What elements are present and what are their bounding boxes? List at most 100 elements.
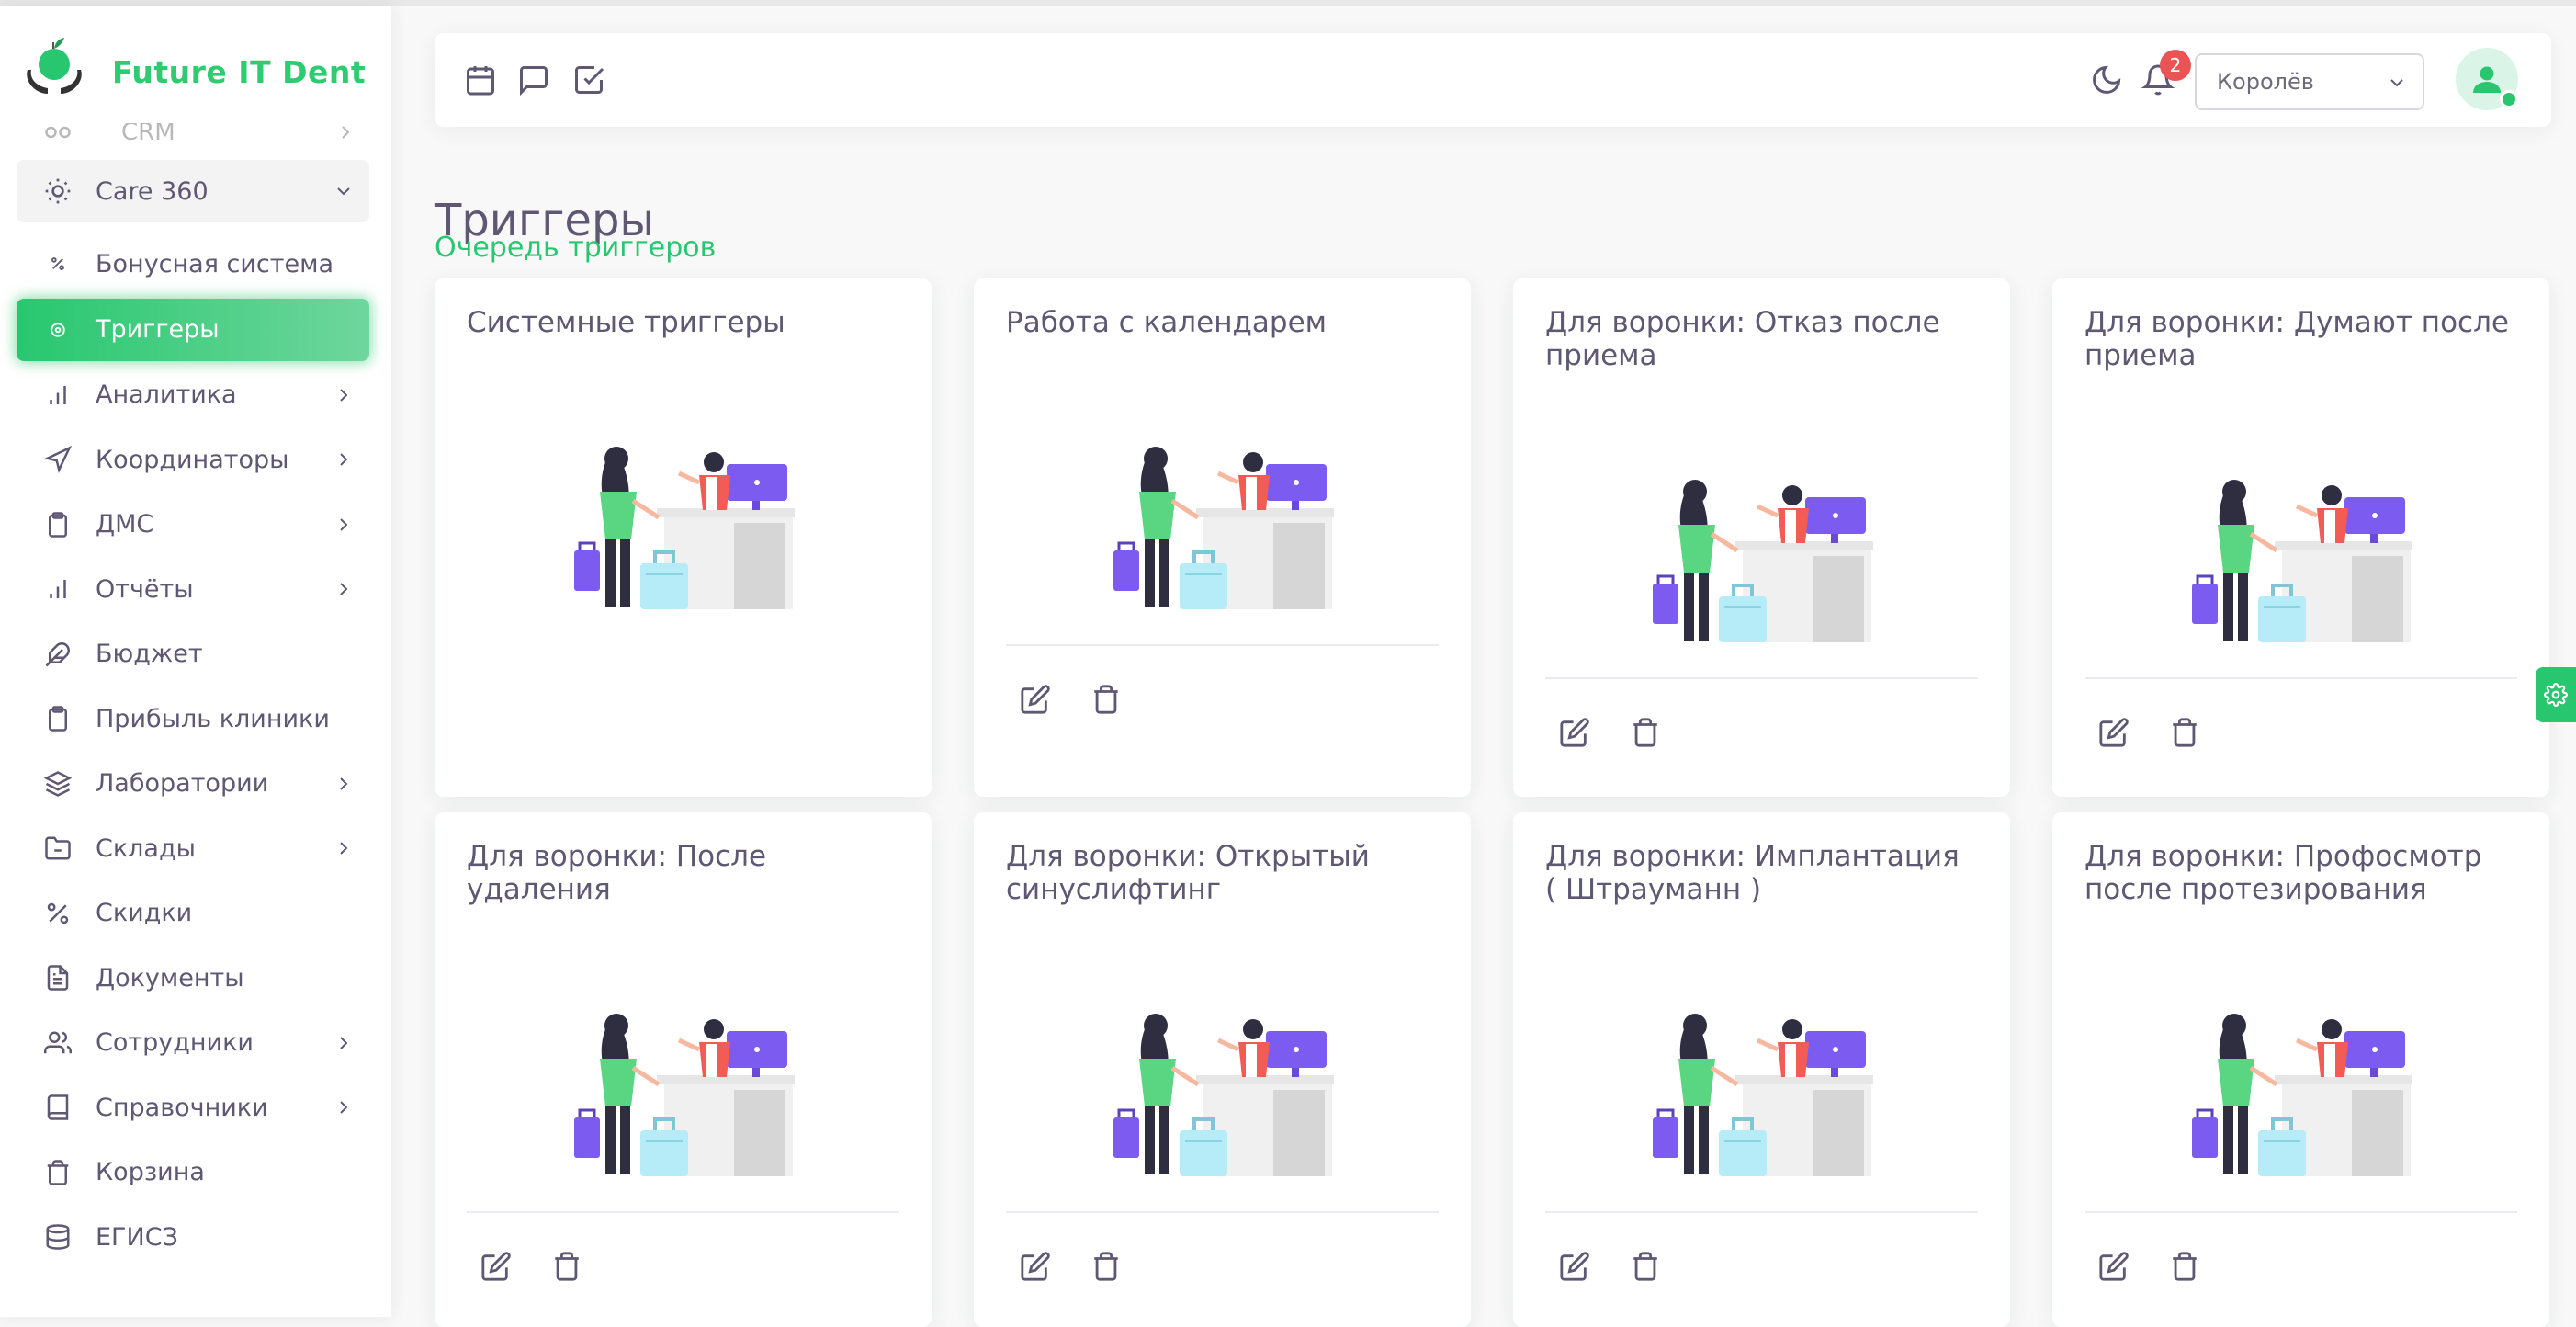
- chevron-right-icon: [340, 777, 348, 790]
- sidebar: Future IT Dent CRM Care 360 Бонусная сис…: [0, 6, 391, 1317]
- chevron-right-icon: [340, 1037, 348, 1049]
- sidebar-item-label: Справочники: [96, 1093, 268, 1122]
- sidebar-item-label: Бюджет: [96, 640, 203, 669]
- book-icon: [42, 1092, 73, 1123]
- moon-icon[interactable]: [2090, 63, 2123, 96]
- chevron-right-icon: [340, 1101, 348, 1114]
- trash-icon[interactable]: [2169, 1251, 2200, 1282]
- sidebar-item-egisz[interactable]: ЕГИСЗ: [17, 1205, 369, 1270]
- trash-icon[interactable]: [1630, 1251, 1661, 1282]
- sidebar-item-crm[interactable]: CRM: [44, 119, 356, 151]
- card-divider: [1545, 1211, 1978, 1213]
- trash-icon[interactable]: [1630, 717, 1661, 748]
- percent-small-icon: [42, 248, 73, 279]
- clipboard-icon: [42, 703, 73, 734]
- reception-illustration: [2181, 1002, 2420, 1176]
- user-icon: [2473, 66, 2501, 93]
- brand[interactable]: Future IT Dent: [20, 29, 366, 99]
- card-title: Для воронки: Отказ после приема: [1545, 306, 1940, 372]
- branch-select-value: Королёв: [2217, 69, 2314, 95]
- edit-icon[interactable]: [480, 1251, 512, 1282]
- card-divider: [1006, 644, 1439, 646]
- trigger-card[interactable]: Для воронки: Профосмотр после протезиров…: [2052, 812, 2549, 1327]
- page-subtitle[interactable]: Очередь триггеров: [435, 232, 716, 264]
- edit-icon[interactable]: [2098, 1251, 2130, 1282]
- reception-illustration: [1642, 1002, 1881, 1176]
- sidebar-item-warehouses[interactable]: Склады: [17, 816, 369, 881]
- navigation-icon: [42, 444, 73, 475]
- trigger-card[interactable]: Работа с календарем: [974, 278, 1471, 797]
- sidebar-item-label: Координаторы: [96, 445, 289, 474]
- sidebar-item-laboratories[interactable]: Лаборатории: [17, 752, 369, 817]
- sidebar-item-label: CRM: [121, 119, 175, 146]
- reception-illustration: [563, 1002, 802, 1176]
- sidebar-item-bonus[interactable]: Бонусная система: [17, 232, 369, 297]
- chevron-right-icon: [342, 126, 350, 139]
- trash-icon[interactable]: [1090, 1251, 1122, 1282]
- circle-target-icon: [42, 314, 73, 346]
- trash-icon[interactable]: [551, 1251, 582, 1282]
- user-avatar[interactable]: [2456, 48, 2518, 110]
- sidebar-item-reports[interactable]: Отчёты: [17, 557, 369, 622]
- apple-hands-logo: [27, 38, 82, 94]
- branch-select[interactable]: Королёв: [2195, 53, 2424, 110]
- reception-illustration: [1642, 468, 1881, 642]
- trigger-card[interactable]: Для воронки: После удаления: [435, 812, 932, 1327]
- feather-icon: [42, 639, 73, 670]
- check-square-icon[interactable]: [572, 63, 605, 96]
- settings-icon: [2544, 683, 2568, 707]
- card-title: Для воронки: После удаления: [467, 840, 767, 906]
- reception-illustration: [2181, 468, 2420, 642]
- online-status-dot: [2500, 90, 2518, 108]
- sidebar-item-analytics[interactable]: Аналитика: [17, 363, 369, 428]
- sidebar-item-documents[interactable]: Документы: [17, 946, 369, 1011]
- sidebar-item-label: Отчёты: [96, 574, 194, 604]
- sidebar-item-trash[interactable]: Корзина: [17, 1140, 369, 1206]
- sidebar-item-label: Корзина: [96, 1158, 205, 1187]
- card-title: Системные триггеры: [467, 306, 785, 339]
- chevron-right-icon: [340, 518, 348, 531]
- sidebar-item-coordinators[interactable]: Координаторы: [17, 427, 369, 493]
- bar-chart-icon: [42, 380, 73, 411]
- percent-icon: [42, 898, 73, 929]
- sidebar-item-label: Прибыль клиники: [96, 704, 330, 733]
- edit-icon[interactable]: [2098, 717, 2130, 748]
- trash-icon[interactable]: [1090, 684, 1122, 715]
- edit-icon[interactable]: [1020, 1251, 1051, 1282]
- sidebar-item-budget[interactable]: Бюджет: [17, 622, 369, 687]
- sidebar-item-dms[interactable]: ДМС: [17, 493, 369, 558]
- trash-icon[interactable]: [2169, 717, 2200, 748]
- sidebar-item-clinic-profit[interactable]: Прибыль клиники: [17, 686, 369, 752]
- edit-icon[interactable]: [1559, 1251, 1590, 1282]
- sidebar-item-care360[interactable]: Care 360: [17, 160, 369, 222]
- sidebar-item-label: Триггеры: [96, 315, 220, 344]
- trigger-card[interactable]: Для воронки: Думают после приема: [2052, 278, 2549, 797]
- sidebar-item-label: Бонусная система: [96, 249, 334, 278]
- sidebar-item-directories[interactable]: Справочники: [17, 1075, 369, 1140]
- calendar-icon[interactable]: [464, 63, 497, 96]
- trigger-card[interactable]: Для воронки: Отказ после приема: [1513, 278, 2010, 797]
- database-icon: [42, 1221, 73, 1253]
- trigger-card[interactable]: Для воронки: Открытый синуслифтинг: [974, 812, 1471, 1327]
- brand-name: Future IT Dent: [112, 53, 367, 90]
- edit-icon[interactable]: [1559, 717, 1590, 748]
- file-text-icon: [42, 962, 73, 993]
- sidebar-menu: Care 360 Бонусная система Триггеры Анали…: [17, 160, 369, 1270]
- message-square-icon[interactable]: [517, 63, 550, 96]
- card-title: Для воронки: Открытый синуслифтинг: [1006, 840, 1370, 906]
- sidebar-item-employees[interactable]: Сотрудники: [17, 1011, 369, 1076]
- chevron-right-icon: [340, 453, 348, 466]
- card-title: Работа с календарем: [1006, 306, 1328, 339]
- sidebar-item-label: Документы: [96, 963, 244, 992]
- sidebar-item-discounts[interactable]: Скидки: [17, 881, 369, 947]
- edit-icon[interactable]: [1020, 684, 1051, 715]
- chevron-down-icon: [337, 187, 350, 196]
- customizer-toggle[interactable]: [2536, 667, 2576, 722]
- sidebar-item-label: Сотрудники: [96, 1028, 254, 1058]
- notification-badge: 2: [2160, 50, 2191, 81]
- trigger-card[interactable]: Для воронки: Имплантация ( Штрауманн ): [1513, 812, 2010, 1327]
- reception-illustration: [1102, 1002, 1341, 1176]
- trigger-card[interactable]: Системные триггеры: [435, 278, 932, 797]
- card-title: Для воронки: Имплантация ( Штрауманн ): [1545, 840, 1960, 906]
- sidebar-item-triggers[interactable]: Триггеры: [17, 298, 369, 361]
